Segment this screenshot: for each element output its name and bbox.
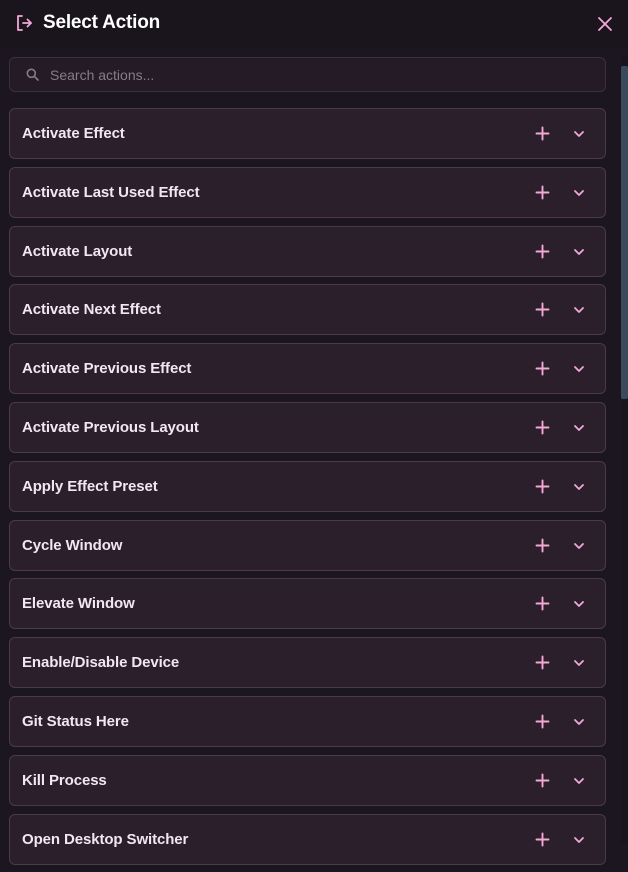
- action-label: Apply Effect Preset: [22, 477, 158, 495]
- list-item[interactable]: Enable/Disable Device: [9, 637, 606, 689]
- list-item[interactable]: Kill Process: [9, 754, 606, 806]
- list-item[interactable]: Activate Previous Layout: [9, 401, 606, 453]
- list-item[interactable]: Git Status Here: [9, 695, 606, 747]
- list-item[interactable]: Activate Last Used Effect: [9, 166, 606, 218]
- plus-icon[interactable]: [535, 126, 550, 141]
- list-item[interactable]: Cycle Window: [9, 519, 606, 571]
- plus-icon[interactable]: [535, 714, 550, 729]
- chevron-down-icon[interactable]: [573, 598, 585, 610]
- action-label: Activate Next Effect: [22, 301, 161, 319]
- chevron-down-icon[interactable]: [573, 657, 585, 669]
- chevron-down-icon[interactable]: [573, 775, 585, 787]
- scrollbar[interactable]: [621, 56, 628, 843]
- plus-icon[interactable]: [535, 479, 550, 494]
- chevron-down-icon[interactable]: [573, 422, 585, 434]
- action-label: Activate Effect: [22, 125, 125, 142]
- close-icon[interactable]: [595, 14, 615, 34]
- scrollbar-thumb[interactable]: [621, 66, 628, 399]
- action-label: Activate Previous Effect: [22, 360, 192, 378]
- search-box: [9, 57, 606, 92]
- header: Select Action: [0, 0, 628, 48]
- action-label: Elevate Window: [22, 595, 135, 613]
- chevron-down-icon[interactable]: [573, 363, 585, 375]
- chevron-down-icon[interactable]: [573, 246, 585, 258]
- action-label: Cycle Window: [22, 536, 123, 554]
- list-item[interactable]: Activate Previous Effect: [9, 343, 606, 395]
- chevron-down-icon[interactable]: [573, 128, 585, 140]
- list-item[interactable]: Activate Layout: [9, 225, 606, 277]
- search-input[interactable]: [50, 58, 590, 91]
- plus-icon[interactable]: [535, 361, 550, 376]
- plus-icon[interactable]: [535, 244, 550, 259]
- action-label: Activate Layout: [22, 242, 133, 260]
- chevron-down-icon[interactable]: [573, 834, 585, 846]
- action-label: Activate Last Used Effect: [22, 183, 200, 201]
- list-item[interactable]: Open Desktop Switcher: [9, 813, 606, 865]
- action-label: Open Desktop Switcher: [22, 830, 189, 848]
- chevron-down-icon[interactable]: [573, 481, 585, 493]
- list-item[interactable]: Activate Effect: [9, 108, 606, 159]
- exit-icon: [17, 15, 32, 31]
- plus-icon[interactable]: [535, 302, 550, 317]
- chevron-down-icon[interactable]: [573, 304, 585, 316]
- list-item[interactable]: Activate Next Effect: [9, 284, 606, 336]
- chevron-down-icon[interactable]: [573, 540, 585, 552]
- action-label: Activate Previous Layout: [22, 418, 199, 436]
- action-label: Git Status Here: [22, 712, 129, 730]
- chevron-down-icon[interactable]: [573, 187, 585, 199]
- plus-icon[interactable]: [535, 655, 550, 670]
- list-item[interactable]: Apply Effect Preset: [9, 460, 606, 512]
- plus-icon[interactable]: [535, 773, 550, 788]
- action-list: Activate Effect Activate Last Used Effect…: [9, 108, 606, 872]
- plus-icon[interactable]: [535, 832, 550, 847]
- action-label: Enable/Disable Device: [22, 654, 180, 672]
- chevron-down-icon[interactable]: [573, 716, 585, 728]
- search-icon: [26, 68, 39, 81]
- plus-icon[interactable]: [535, 538, 550, 553]
- plus-icon[interactable]: [535, 596, 550, 611]
- page-title: Select Action: [43, 12, 161, 33]
- action-label: Kill Process: [22, 771, 107, 789]
- plus-icon[interactable]: [535, 420, 550, 435]
- list-item[interactable]: Elevate Window: [9, 578, 606, 630]
- plus-icon[interactable]: [535, 185, 550, 200]
